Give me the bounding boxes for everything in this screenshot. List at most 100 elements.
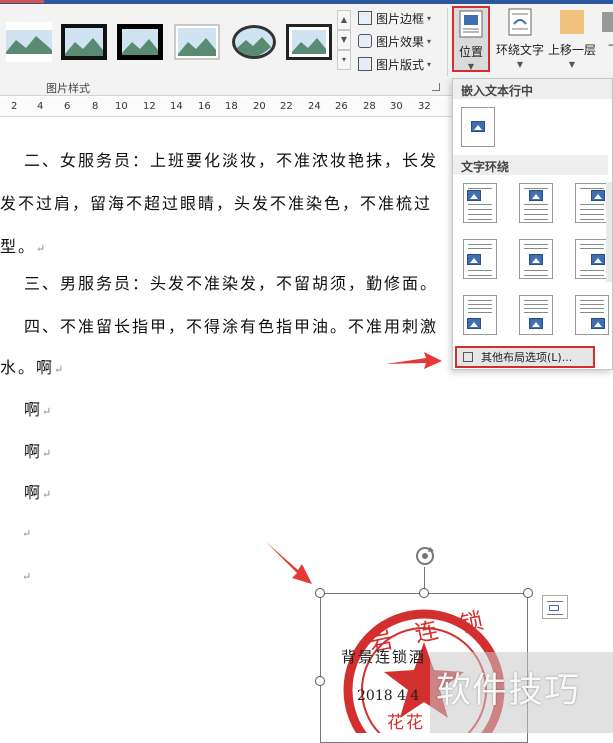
resize-handle-top-right[interactable] xyxy=(523,588,533,598)
picture-effects-icon xyxy=(358,34,372,48)
ruler-tick: 10 xyxy=(115,101,128,112)
position-bottom-right-option[interactable] xyxy=(575,295,609,335)
paragraph-mark: ↵ xyxy=(42,447,52,460)
doc-line[interactable]: 二、女服务员：上班要化淡妆，不准浓妆艳抹，长发 xyxy=(24,147,438,171)
doc-line[interactable]: 四、不准留长指甲，不得涂有色指甲油。不准用刺激 xyxy=(24,313,438,337)
position-top-left-option[interactable] xyxy=(463,183,497,223)
picture-layout-icon xyxy=(358,57,372,71)
paragraph-mark: ↵ xyxy=(54,363,64,376)
paragraph-mark: ↵ xyxy=(22,570,32,583)
ruler-tick: 8 xyxy=(92,101,99,112)
picture-icon xyxy=(591,190,605,201)
watermark-text: 软件技巧 xyxy=(436,671,581,711)
position-top-center-option[interactable] xyxy=(519,183,553,223)
doc-line[interactable]: 水。啊↵ xyxy=(0,354,63,378)
ruler-tick: 16 xyxy=(198,101,211,112)
doc-line[interactable]: 三、男服务员：头发不准染发，不留胡须，勤修面。 xyxy=(24,270,438,294)
inline-with-text-option[interactable] xyxy=(461,107,495,147)
ruler-tick: 12 xyxy=(143,101,156,112)
paragraph-mark: ↵ xyxy=(36,242,46,255)
doc-line[interactable]: 型。↵ xyxy=(0,233,45,257)
gallery-down-arrow-icon[interactable]: ▼ xyxy=(337,30,351,50)
ruler-tick: 28 xyxy=(363,101,376,112)
empty-paragraph[interactable]: ↵ xyxy=(22,565,31,584)
position-icon xyxy=(459,10,483,38)
gallery-up-arrow-icon[interactable]: ▲ xyxy=(337,10,351,30)
ruler-tick: 26 xyxy=(335,101,348,112)
picture-icon xyxy=(467,318,481,329)
position-button[interactable]: 位置 ▼ xyxy=(452,6,490,72)
picture-icon xyxy=(529,190,543,201)
doc-line[interactable]: 发不过肩，留海不超过眼睛，头发不准染色，不准梳过 xyxy=(0,190,432,214)
picture-icon xyxy=(529,254,543,265)
wrap-section-header: 文字环绕 xyxy=(453,155,608,175)
ruler-tick: 2 xyxy=(11,101,18,112)
doc-line[interactable]: 啊↵ xyxy=(24,438,51,462)
send-backward-button[interactable]: 下 xyxy=(599,6,613,58)
annotation-arrow-icon xyxy=(266,542,312,584)
position-middle-center-option[interactable] xyxy=(519,239,553,279)
position-middle-right-option[interactable] xyxy=(575,239,609,279)
picture-border-icon xyxy=(358,11,372,25)
ruler-tick: 30 xyxy=(390,101,403,112)
dropdown-scrollbar[interactable] xyxy=(606,182,612,282)
paragraph-mark: ↵ xyxy=(42,488,52,501)
picture-style-thumb-6[interactable] xyxy=(286,22,332,62)
ruler-tick: 18 xyxy=(225,101,238,112)
picture-style-thumb-2[interactable] xyxy=(61,22,107,62)
ribbon-separator xyxy=(447,8,448,76)
chevron-down-icon: ▼ xyxy=(568,60,576,69)
group-label-picture-styles: 图片样式 xyxy=(46,82,90,95)
ruler-tick: 20 xyxy=(253,101,266,112)
picture-style-thumb-3[interactable] xyxy=(117,22,163,62)
wrap-text-button[interactable]: 环绕文字 ▼ xyxy=(494,6,546,69)
wrap-text-icon xyxy=(508,8,532,36)
resize-handle-left[interactable] xyxy=(315,676,325,686)
picture-icon xyxy=(467,254,481,265)
position-bottom-left-option[interactable] xyxy=(463,295,497,335)
gallery-more-icon[interactable]: ▾ xyxy=(337,50,351,70)
position-middle-left-option[interactable] xyxy=(463,239,497,279)
send-backward-icon xyxy=(602,12,613,32)
resize-handle-top-left[interactable] xyxy=(315,588,325,598)
picture-layout-button[interactable]: 图片版式 ▾ xyxy=(358,54,431,74)
picture-style-thumb-5[interactable] xyxy=(231,22,277,62)
picture-style-thumb-4[interactable] xyxy=(174,22,220,62)
annotation-arrow-icon xyxy=(386,352,442,369)
picture-icon xyxy=(591,254,605,265)
picture-icon xyxy=(591,318,605,329)
ruler-tick: 32 xyxy=(418,101,431,112)
ruler-tick: 6 xyxy=(64,101,71,112)
doc-line[interactable]: 啊↵ xyxy=(24,396,51,420)
chevron-down-icon: ▼ xyxy=(516,60,524,69)
picture-border-button[interactable]: 图片边框 ▾ xyxy=(358,8,431,28)
picture-icon xyxy=(529,318,543,329)
picture-style-gallery xyxy=(0,10,340,72)
picture-style-thumb-1[interactable] xyxy=(6,22,52,62)
chevron-down-icon: ▼ xyxy=(467,62,475,71)
picture-icon xyxy=(467,190,481,201)
ruler-tick: 24 xyxy=(308,101,321,112)
resize-handle-top[interactable] xyxy=(419,588,429,598)
layout-options-icon[interactable] xyxy=(542,595,568,619)
bring-forward-button[interactable]: 上移一层 ▼ xyxy=(547,6,597,69)
ruler-tick: 4 xyxy=(37,101,44,112)
more-layout-options-item[interactable]: 其他布局选项(L)... xyxy=(455,346,595,368)
position-top-right-option[interactable] xyxy=(575,183,609,223)
gallery-scroll[interactable]: ▲ ▼ ▾ xyxy=(337,10,351,72)
picture-icon xyxy=(471,121,485,132)
empty-paragraph[interactable]: ↵ xyxy=(22,522,31,541)
ruler-tick: 14 xyxy=(170,101,183,112)
paragraph-mark: ↵ xyxy=(42,405,52,418)
inline-section-header: 嵌入文本行中 xyxy=(453,79,612,99)
picture-effects-button[interactable]: 图片效果 ▾ xyxy=(358,31,431,51)
bring-forward-icon xyxy=(560,10,584,34)
doc-line[interactable]: 啊↵ xyxy=(24,479,51,503)
position-dropdown: 嵌入文本行中 文字环绕 其他布局选项(L)... xyxy=(452,78,613,370)
rotate-handle-icon[interactable] xyxy=(414,545,436,567)
layout-options-icon xyxy=(463,352,473,362)
paragraph-mark: ↵ xyxy=(22,527,32,540)
position-bottom-center-option[interactable] xyxy=(519,295,553,335)
ruler-tick: 22 xyxy=(280,101,293,112)
dialog-launcher-icon[interactable] xyxy=(432,83,440,91)
